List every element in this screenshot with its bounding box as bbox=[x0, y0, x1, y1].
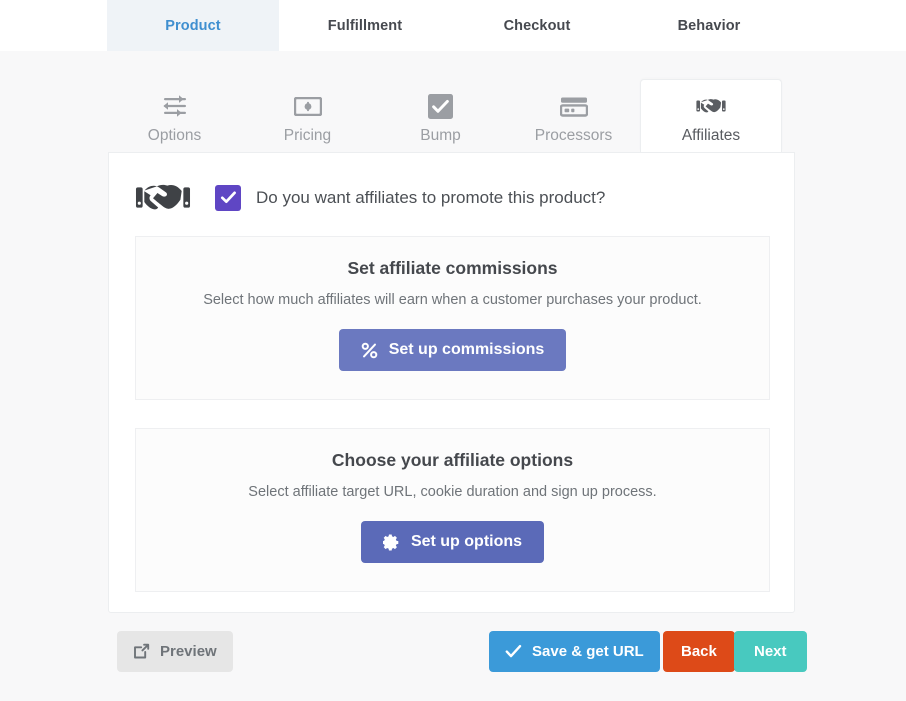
credit-card-icon bbox=[559, 92, 588, 120]
check-icon bbox=[220, 191, 236, 204]
tab-fulfillment[interactable]: Fulfillment bbox=[279, 0, 451, 51]
sliders-icon bbox=[162, 92, 188, 120]
subtab-processors-label: Processors bbox=[534, 127, 613, 144]
preview-button-label: Preview bbox=[160, 643, 217, 660]
affiliate-question-label: Do you want affiliates to promote this p… bbox=[256, 187, 606, 207]
tab-product[interactable]: Product bbox=[107, 0, 279, 51]
next-button-label: Next bbox=[754, 643, 787, 660]
handshake-icon bbox=[696, 92, 726, 120]
affiliate-options-card: Choose your affiliate options Select aff… bbox=[135, 428, 770, 592]
set-up-commissions-label: Set up commissions bbox=[388, 341, 545, 358]
affiliate-options-card-title: Choose your affiliate options bbox=[331, 450, 574, 470]
main-tab-bar: Product Fulfillment Checkout Behavior bbox=[107, 0, 906, 51]
affiliate-options-card-description: Select affiliate target URL, cookie dura… bbox=[248, 484, 657, 500]
commissions-card-description: Select how much affiliates will earn whe… bbox=[203, 292, 702, 308]
set-up-options-button[interactable]: Set up options bbox=[360, 521, 545, 563]
affiliate-question-row: Do you want affiliates to promote this p… bbox=[135, 179, 605, 216]
save-get-url-label: Save & get URL bbox=[532, 643, 644, 660]
sub-tab-bar: Options Pricing Bump Processors Affiliat… bbox=[108, 79, 795, 152]
tab-behavior-label: Behavior bbox=[677, 17, 741, 34]
tab-checkout-label: Checkout bbox=[503, 17, 571, 34]
footer-action-bar: Preview Save & get URL Back Next bbox=[108, 630, 807, 673]
commissions-card: Set affiliate commissions Select how muc… bbox=[135, 236, 770, 400]
affiliates-enabled-checkbox[interactable] bbox=[215, 184, 241, 211]
subtab-processors[interactable]: Processors bbox=[507, 80, 640, 152]
subtab-pricing-label: Pricing bbox=[283, 127, 332, 144]
next-button[interactable]: Next bbox=[734, 631, 807, 672]
gear-icon bbox=[382, 534, 400, 551]
back-button[interactable]: Back bbox=[663, 631, 735, 672]
tab-checkout[interactable]: Checkout bbox=[451, 0, 623, 51]
commissions-card-title: Set affiliate commissions bbox=[347, 258, 558, 278]
back-button-label: Back bbox=[681, 643, 717, 660]
subtab-pricing[interactable]: Pricing bbox=[241, 80, 374, 152]
subtab-options[interactable]: Options bbox=[108, 80, 241, 152]
app-root: Product Fulfillment Checkout Behavior Op… bbox=[0, 0, 906, 701]
subtab-bump-label: Bump bbox=[420, 127, 461, 144]
subtab-bump[interactable]: Bump bbox=[374, 80, 507, 152]
set-up-commissions-button[interactable]: Set up commissions bbox=[338, 329, 567, 371]
percent-icon bbox=[361, 342, 378, 359]
subtab-affiliates-label: Affiliates bbox=[681, 127, 741, 144]
affiliates-panel: Do you want affiliates to promote this p… bbox=[108, 152, 795, 613]
checkbox-icon bbox=[428, 92, 453, 120]
check-icon bbox=[505, 644, 522, 659]
tab-fulfillment-label: Fulfillment bbox=[327, 17, 403, 34]
banknote-icon bbox=[293, 92, 322, 120]
tab-behavior[interactable]: Behavior bbox=[623, 0, 795, 51]
save-get-url-button[interactable]: Save & get URL bbox=[489, 631, 660, 672]
preview-button[interactable]: Preview bbox=[117, 631, 233, 672]
subtab-affiliates[interactable]: Affiliates bbox=[640, 79, 782, 152]
tab-product-label: Product bbox=[165, 17, 221, 34]
handshake-icon bbox=[135, 179, 191, 216]
set-up-options-label: Set up options bbox=[410, 533, 523, 550]
subtab-options-label: Options bbox=[147, 127, 202, 144]
external-link-icon bbox=[133, 643, 150, 660]
